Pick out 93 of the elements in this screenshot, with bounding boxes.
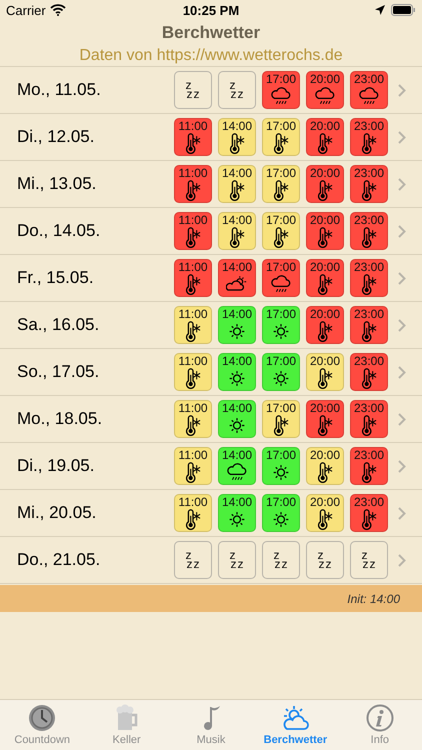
- chevron-icon[interactable]: [398, 554, 406, 566]
- day-label: Mi., 13.05.: [17, 174, 98, 194]
- forecast-time: 14:00: [222, 120, 252, 133]
- chevron-icon[interactable]: [398, 224, 406, 238]
- forecast-time: 23:00: [354, 496, 384, 509]
- day-label: Do., 21.05.: [17, 550, 102, 570]
- battery-icon: [391, 4, 416, 16]
- sleep-mark: z zz: [362, 551, 376, 569]
- forecast-time: 23:00: [354, 167, 384, 180]
- day-label: Di., 12.05.: [17, 127, 96, 147]
- forecast-time: 11:00: [178, 120, 208, 133]
- forecast-time: 14:00: [222, 449, 252, 462]
- day-label: Mi., 20.05.: [17, 503, 98, 523]
- forecast-time: 11:00: [178, 308, 208, 321]
- forecast-time: 14:00: [222, 167, 252, 180]
- forecast-time: 14:00: [222, 355, 252, 368]
- forecast-time: 20:00: [310, 355, 340, 368]
- forecast-time: 11:00: [178, 496, 208, 509]
- tab-button[interactable]: Countdown: [0, 700, 84, 750]
- forecast-time: 23:00: [354, 449, 384, 462]
- forecast-time: 17:00: [266, 120, 296, 133]
- forecast-time: 11:00: [178, 167, 208, 180]
- tab-button[interactable]: Musik: [168, 700, 254, 750]
- forecast-time: 17:00: [266, 214, 296, 227]
- forecast-time: 23:00: [354, 308, 384, 321]
- day-label: Sa., 16.05.: [17, 315, 100, 335]
- forecast-time: 11:00: [178, 449, 208, 462]
- chevron-icon[interactable]: [398, 178, 406, 190]
- chevron-icon[interactable]: [398, 366, 406, 378]
- forecast-time: 23:00: [354, 73, 384, 86]
- forecast-time: 14:00: [222, 214, 252, 227]
- tab-button[interactable]: Info: [338, 700, 422, 750]
- forecast-time: 17:00: [266, 73, 296, 86]
- day-label: Fr., 15.05.: [17, 268, 95, 288]
- sleep-mark: z zz: [230, 81, 244, 99]
- chevron-icon[interactable]: [398, 412, 406, 426]
- carrier-label: Carrier: [6, 2, 46, 18]
- forecast-time: 23:00: [354, 355, 384, 368]
- sun-cloud-icon: [281, 704, 310, 732]
- chevron-icon[interactable]: [398, 318, 406, 332]
- forecast-time: 23:00: [354, 261, 384, 274]
- tab-button[interactable]: Keller: [84, 700, 169, 750]
- chevron-icon[interactable]: [398, 460, 406, 472]
- clock-time: 10:25 PM: [182, 2, 240, 18]
- source-link[interactable]: Daten von https://www.wetterochs.de: [79, 47, 343, 65]
- forecast-time: 17:00: [266, 402, 296, 415]
- day-label: So., 17.05.: [17, 362, 100, 382]
- sleep-mark: z zz: [274, 551, 288, 569]
- forecast-time: 20:00: [310, 214, 340, 227]
- screen-title: Berchwetter: [162, 23, 260, 43]
- forecast-time: 23:00: [354, 214, 384, 227]
- chevron-icon[interactable]: [398, 130, 406, 144]
- forecast-time: 17:00: [266, 449, 296, 462]
- day-label: Do., 14.05.: [17, 221, 102, 241]
- forecast-time: 14:00: [222, 402, 252, 415]
- init-time: Init: 14:00: [347, 592, 400, 606]
- forecast-time: 20:00: [310, 120, 340, 133]
- forecast-time: 17:00: [266, 355, 296, 368]
- forecast-time: 14:00: [222, 496, 252, 509]
- wifi-icon: [50, 4, 66, 16]
- forecast-time: 14:00: [222, 308, 252, 321]
- forecast-time: 20:00: [310, 167, 340, 180]
- forecast-time: 11:00: [178, 402, 208, 415]
- day-label: Mo., 18.05.: [17, 409, 104, 429]
- forecast-time: 20:00: [310, 308, 340, 321]
- forecast-time: 23:00: [354, 120, 384, 133]
- forecast-time: 23:00: [354, 402, 384, 415]
- location-arrow-icon: [375, 5, 385, 15]
- sleep-mark: z zz: [186, 551, 200, 569]
- forecast-time: 20:00: [310, 261, 340, 274]
- day-label: Mo., 11.05.: [17, 80, 102, 100]
- forecast-time: 17:00: [266, 496, 296, 509]
- forecast-time: 20:00: [310, 496, 340, 509]
- forecast-time: 20:00: [310, 73, 340, 86]
- forecast-time: 17:00: [266, 167, 296, 180]
- clock-icon: [28, 704, 56, 732]
- sleep-mark: z zz: [318, 551, 332, 569]
- forecast-time: 11:00: [178, 355, 208, 368]
- forecast-time: 11:00: [178, 214, 208, 227]
- sleep-mark: z zz: [230, 551, 244, 569]
- chevron-icon[interactable]: [398, 272, 406, 284]
- forecast-time: 17:00: [266, 261, 296, 274]
- forecast-time: 20:00: [310, 402, 340, 415]
- chevron-icon[interactable]: [398, 84, 406, 96]
- forecast-time: 11:00: [178, 261, 208, 274]
- chevron-icon[interactable]: [398, 506, 406, 520]
- forecast-time: 14:00: [222, 261, 252, 274]
- info-icon: [366, 704, 394, 732]
- forecast-time: 20:00: [310, 449, 340, 462]
- tab-button[interactable]: Berchwetter: [253, 700, 338, 750]
- day-label: Di., 19.05.: [17, 456, 96, 476]
- sleep-mark: z zz: [186, 81, 200, 99]
- forecast-time: 17:00: [266, 308, 296, 321]
